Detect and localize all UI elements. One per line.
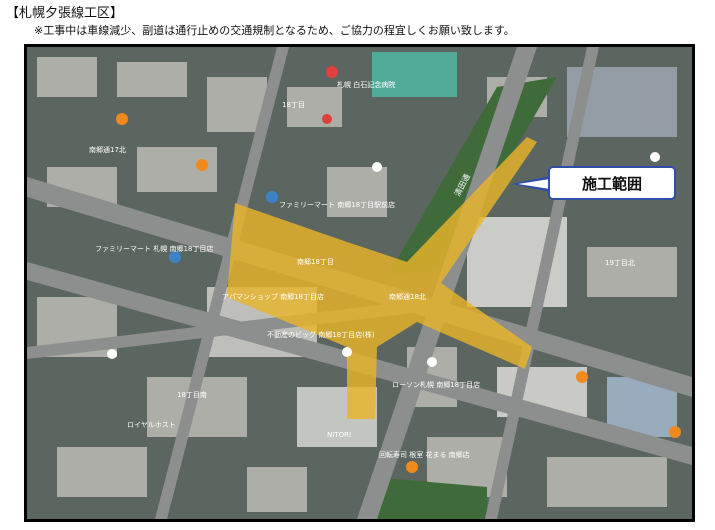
traffic-notice: ※工事中は車線減少、副道は通行止めの交通規制となるため、ご協力の程宜しくお願い致… — [34, 24, 515, 37]
page-title: 【札幌夕張線工区】 — [6, 6, 124, 21]
map-label-minami18-right: 南郷通18北 — [389, 292, 426, 301]
map-label-familymart-1: ファミリーマート 南郷18丁目駅前店 — [279, 200, 395, 209]
map-label-19: 19丁目北 — [605, 259, 635, 267]
map-label-lawson: ローソン札幌 南郷18丁目店 — [392, 380, 480, 389]
map-label-fudosan: 不動産のビッグ 南郷18丁目店(株) — [267, 330, 375, 339]
map-label-familymart-2: ファミリーマート 札幌 南郷18丁目店 — [95, 244, 213, 253]
map-label-sushi: 回転寿司 根室 花まる 南郷店 — [379, 450, 470, 459]
map-label-minami17: 南郷通17北 — [89, 145, 126, 154]
map-label-nitori: NITORI — [327, 431, 351, 439]
map-label-minami18-top: 18丁目 — [282, 101, 305, 109]
map-canvas: 18丁目 南郷18丁目 南郷通17北 南郷通18北 19丁目北 18丁目南 ファ… — [27, 47, 692, 519]
map-label-hospital: 札幌 白石記念病院 — [337, 80, 395, 89]
callout-pointer-fill — [518, 179, 550, 189]
satellite-map[interactable]: 18丁目 南郷18丁目 南郷通17北 南郷通18北 19丁目北 18丁目南 ファ… — [24, 44, 695, 522]
map-label-apaman: アパマンショップ 南郷18丁目店 — [222, 292, 324, 301]
map-label-royal: ロイヤルホスト — [127, 421, 176, 429]
map-label-18-lower: 18丁目南 — [177, 390, 207, 399]
construction-range-callout: 施工範囲 — [548, 166, 676, 200]
map-label-minami18-left: 南郷18丁目 — [297, 257, 334, 266]
